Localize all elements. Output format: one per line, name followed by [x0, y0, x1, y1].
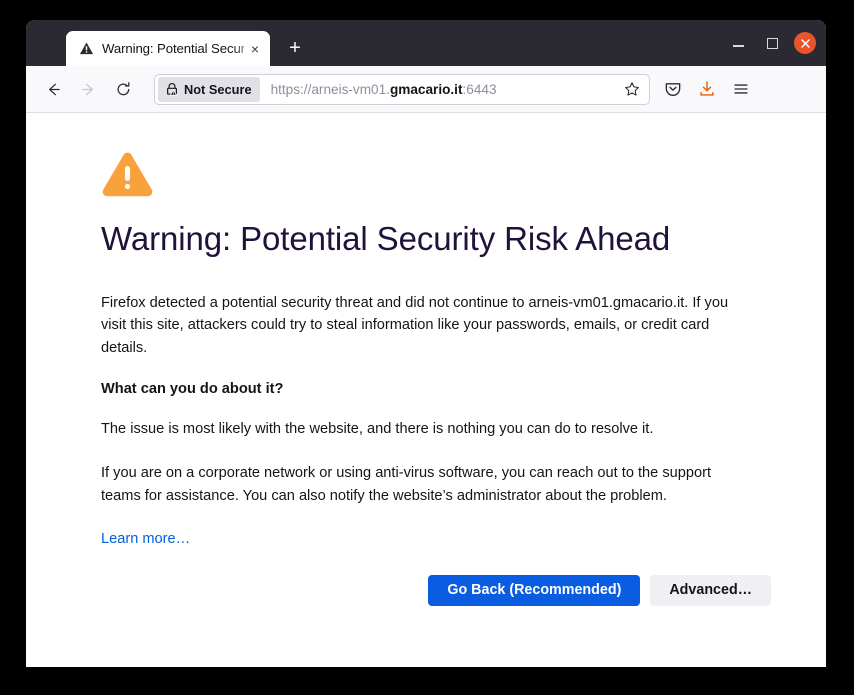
downloads-button[interactable]: [692, 74, 722, 104]
url-text[interactable]: https://arneis-vm01.gmacario.it:6443: [260, 82, 619, 97]
reload-button[interactable]: [108, 74, 138, 104]
forward-button: [73, 74, 103, 104]
forward-arrow-icon: [81, 83, 93, 95]
warning-triangle-icon: [101, 151, 154, 199]
download-icon: [700, 81, 714, 96]
resolution-paragraph: The issue is most likely with the websit…: [101, 420, 654, 437]
go-back-button[interactable]: Go Back (Recommended): [428, 574, 641, 606]
url-host: gmacario.it: [389, 81, 463, 97]
page-content: Warning: Potential Security Risk Ahead F…: [26, 113, 826, 667]
identity-label: Not Secure: [184, 81, 252, 97]
maximize-icon: [766, 37, 778, 49]
window-controls: [726, 20, 816, 66]
warning-triangle-icon: [78, 41, 94, 57]
minimize-button[interactable]: [726, 31, 750, 55]
app-menu-button[interactable]: [726, 74, 756, 104]
toolbar-actions: [658, 74, 756, 104]
maximize-button[interactable]: [760, 31, 784, 55]
pocket-button[interactable]: [658, 74, 688, 104]
hamburger-menu-icon: [734, 84, 748, 94]
error-description: Firefox detected a potential security th…: [101, 294, 729, 356]
new-tab-button[interactable]: +: [280, 33, 310, 63]
reload-icon: [117, 81, 129, 95]
action-buttons: Go Back (Recommended) Advanced…: [101, 574, 771, 606]
what-can-you-do-heading: What can you do about it?: [101, 380, 284, 397]
advanced-button[interactable]: Advanced…: [650, 574, 771, 606]
pocket-icon: [665, 83, 681, 96]
learn-more-link[interactable]: Learn more…: [101, 531, 190, 547]
navigation-toolbar: Not Secure https://arneis-vm01.gmacario.…: [26, 66, 826, 113]
browser-window: Warning: Potential Security Risk Ahead ×…: [26, 20, 826, 667]
close-button[interactable]: [794, 32, 816, 54]
back-arrow-icon: [48, 83, 60, 95]
browser-tab[interactable]: Warning: Potential Security Risk Ahead ×: [66, 31, 270, 66]
title-bar: Warning: Potential Security Risk Ahead ×…: [26, 20, 826, 66]
tab-title: Warning: Potential Security Risk Ahead: [102, 41, 244, 56]
lock-warning-icon: [167, 83, 178, 96]
url-bar[interactable]: Not Secure https://arneis-vm01.gmacario.…: [154, 73, 650, 105]
neterror-container: Warning: Potential Security Risk Ahead F…: [101, 151, 771, 606]
tab-close-icon[interactable]: ×: [246, 40, 264, 58]
site-identity-button[interactable]: Not Secure: [158, 76, 260, 102]
url-port: :6443: [462, 81, 497, 97]
bookmark-button[interactable]: [619, 76, 645, 102]
url-subdomain: arneis-vm01.: [311, 81, 390, 97]
support-paragraph: If you are on a corporate network or usi…: [101, 465, 712, 504]
url-scheme: https://: [270, 81, 312, 97]
back-button[interactable]: [38, 74, 68, 104]
page-title: Warning: Potential Security Risk Ahead: [101, 220, 671, 257]
minimize-icon: [732, 45, 744, 47]
close-icon: [800, 38, 810, 48]
star-icon: [625, 82, 639, 96]
